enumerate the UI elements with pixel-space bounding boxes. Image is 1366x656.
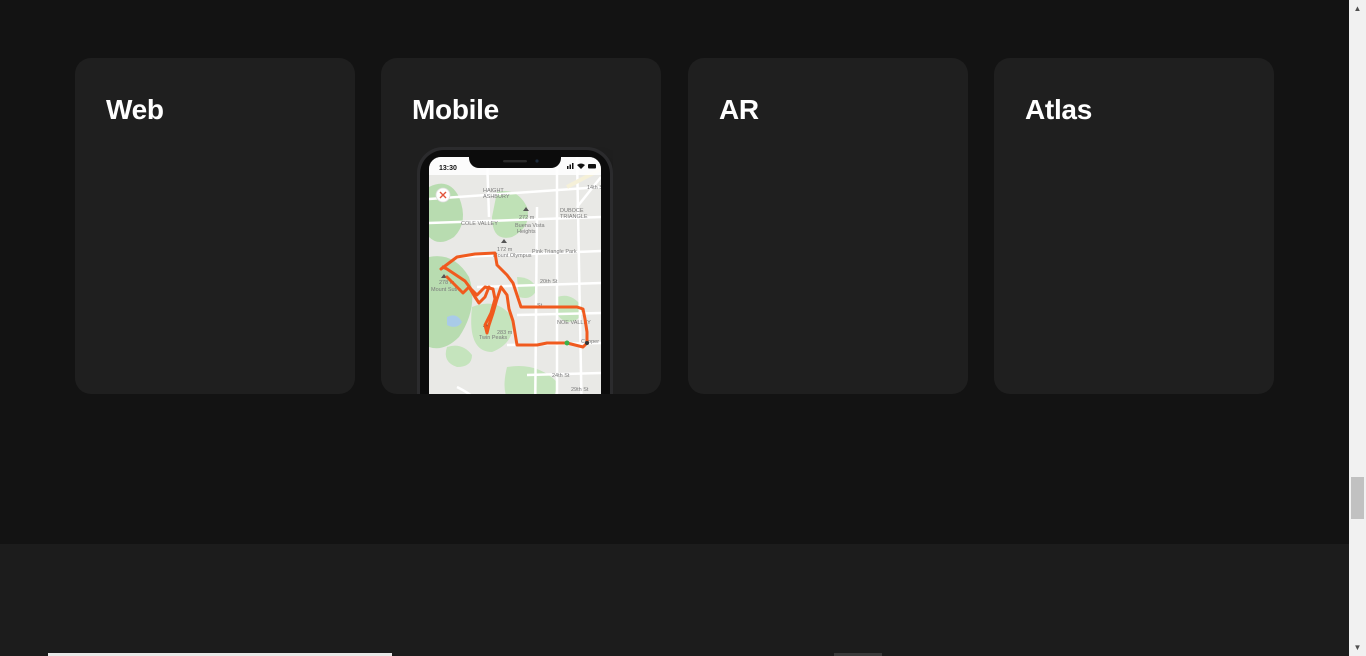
map-label: ASHBURY (483, 194, 510, 200)
map-label: 272 m (519, 215, 535, 221)
map-label: TRIANGLE (560, 214, 588, 220)
scroll-up-icon[interactable]: ▲ (1349, 0, 1366, 17)
map-label: 24th St (552, 373, 570, 379)
map-label: 20th St (540, 279, 558, 285)
page-scrollbar[interactable]: ▲ ▼ (1349, 0, 1366, 656)
card-title-ar: AR (719, 94, 759, 125)
scroll-thumb[interactable] (1351, 477, 1364, 519)
scroll-down-icon[interactable]: ▼ (1349, 639, 1366, 656)
card-title-mobile: Mobile (412, 94, 499, 125)
route-end-marker (585, 341, 589, 345)
footer-section (0, 544, 1349, 656)
map-label: Twin Peaks (479, 335, 507, 341)
card-title-atlas: Atlas (1025, 94, 1092, 125)
status-time: 13:30 (439, 165, 457, 172)
route-start-marker (564, 340, 570, 346)
map-label: Pink Triangle Park (532, 249, 577, 255)
map-label: Mount Olympus (493, 253, 532, 259)
map-label: 29th St (571, 387, 589, 393)
card-ar[interactable]: AR (688, 58, 968, 394)
card-atlas[interactable]: Atlas (994, 58, 1274, 394)
phone-map-image: HAIGHT ASHBURY COLE VALLEY DUBOCE TRIANG… (417, 147, 613, 394)
card-web[interactable]: Web (75, 58, 355, 394)
map-label: COLE VALLEY (461, 221, 498, 227)
map-label: Heights (517, 229, 536, 235)
card-mobile[interactable]: Mobile HAIGHT ASHBURY COLE VALLEY DUBOCE… (381, 58, 661, 394)
card-title-web: Web (106, 94, 164, 125)
map-screen: HAIGHT ASHBURY COLE VALLEY DUBOCE TRIANG… (429, 157, 601, 394)
